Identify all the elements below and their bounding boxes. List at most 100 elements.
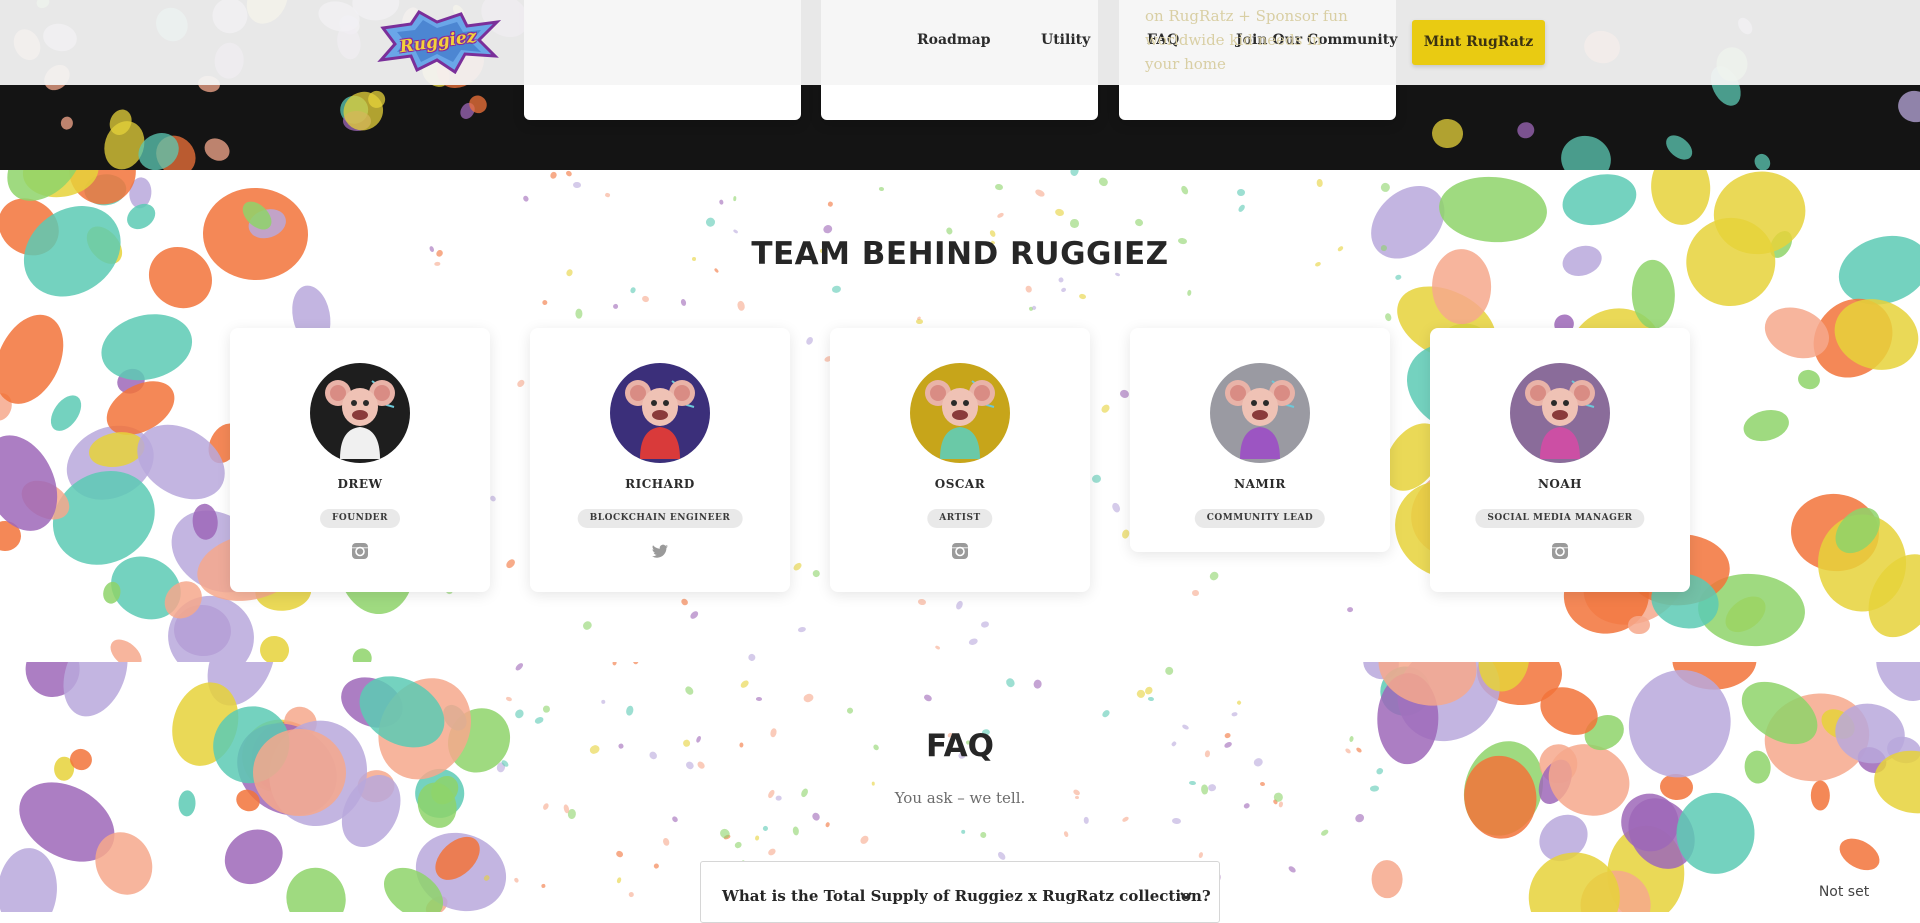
paint-splatter bbox=[1004, 677, 1017, 690]
paint-splatter bbox=[1060, 287, 1067, 294]
paint-splatter bbox=[1259, 781, 1265, 787]
paint-splatter bbox=[827, 200, 834, 208]
member-role-badge: FOUNDER bbox=[320, 509, 400, 528]
paint-splatter bbox=[105, 633, 148, 662]
paint-splatter bbox=[734, 840, 743, 850]
team-member-card: RICHARD BLOCKCHAIN ENGINEER bbox=[530, 328, 790, 592]
paint-splatter bbox=[565, 170, 573, 177]
paint-splatter bbox=[812, 568, 821, 578]
team-section-title: TEAM BEHIND RUGGIEZ bbox=[751, 236, 1169, 272]
paint-splatter bbox=[1515, 119, 1537, 140]
paint-splatter bbox=[1121, 815, 1130, 823]
member-role-badge: ARTIST bbox=[927, 509, 993, 528]
paint-splatter bbox=[1070, 170, 1080, 177]
paint-splatter bbox=[59, 116, 74, 131]
paint-splatter bbox=[629, 286, 637, 295]
mint-rugratz-button[interactable]: Mint RugRatz bbox=[1412, 20, 1545, 65]
paint-splatter bbox=[122, 198, 161, 235]
member-avatar bbox=[1210, 363, 1310, 463]
paint-splatter bbox=[214, 818, 294, 895]
paint-splatter bbox=[1557, 170, 1643, 233]
paint-splatter bbox=[1833, 832, 1885, 877]
paint-splatter bbox=[718, 199, 724, 205]
faq-accordion-item[interactable]: What is the Total Supply of Ruggiez x Ru… bbox=[700, 861, 1220, 923]
team-member-card: NAMIR COMMUNITY LEAD bbox=[1130, 328, 1390, 552]
chevron-down-icon bbox=[1180, 892, 1192, 900]
paint-splatter bbox=[996, 850, 1008, 862]
paint-splatter bbox=[614, 849, 625, 859]
paint-splatter bbox=[1024, 285, 1034, 295]
nav-roadmap[interactable]: Roadmap bbox=[917, 32, 991, 48]
paint-splatter bbox=[513, 707, 526, 720]
member-role-badge: BLOCKCHAIN ENGINEER bbox=[577, 509, 743, 528]
member-name: DREW bbox=[337, 477, 383, 491]
paint-splatter bbox=[688, 610, 700, 621]
paint-splatter bbox=[954, 600, 965, 611]
paint-splatter bbox=[810, 811, 822, 822]
paint-splatter bbox=[1133, 218, 1144, 228]
paint-splatter bbox=[51, 662, 139, 727]
paint-splatter bbox=[805, 335, 815, 346]
paint-splatter bbox=[934, 645, 941, 651]
member-name: RICHARD bbox=[625, 477, 695, 491]
paint-splatter bbox=[1648, 170, 1714, 228]
paint-splatter bbox=[732, 196, 737, 202]
team-member-card: DREW FOUNDER bbox=[230, 328, 490, 592]
paint-splatter bbox=[683, 685, 695, 697]
paint-splatter bbox=[1238, 203, 1247, 213]
paint-splatter bbox=[1316, 179, 1323, 188]
team-member-card: OSCAR ARTIST bbox=[830, 328, 1090, 592]
paint-splatter bbox=[732, 229, 740, 235]
paint-splatter bbox=[1894, 87, 1920, 126]
paint-splatter bbox=[792, 825, 800, 837]
paint-splatter bbox=[1143, 685, 1155, 696]
paint-splatter bbox=[792, 561, 803, 573]
paint-splatter bbox=[1374, 766, 1384, 776]
paint-splatter bbox=[831, 284, 842, 294]
twitter-icon[interactable] bbox=[651, 542, 669, 560]
paint-splatter bbox=[522, 194, 530, 202]
paint-splatter bbox=[1147, 697, 1154, 702]
paint-splatter bbox=[548, 170, 558, 180]
instagram-icon[interactable] bbox=[351, 542, 369, 560]
paint-splatter bbox=[44, 389, 88, 437]
paint-splatter bbox=[641, 294, 650, 304]
paint-splatter bbox=[762, 825, 770, 833]
paint-splatter bbox=[1287, 865, 1298, 875]
paint-splatter bbox=[1236, 700, 1243, 707]
paint-splatter bbox=[0, 845, 60, 912]
paint-splatter bbox=[802, 692, 815, 704]
paint-splatter bbox=[1110, 501, 1122, 514]
paint-splatter bbox=[1431, 118, 1464, 150]
member-name: NOAH bbox=[1537, 477, 1583, 491]
paint-splatter bbox=[1192, 589, 1199, 596]
instagram-icon[interactable] bbox=[1551, 542, 1569, 560]
paint-splatter bbox=[747, 653, 757, 662]
paint-splatter bbox=[661, 837, 671, 848]
member-role-badge: SOCIAL MEDIA MANAGER bbox=[1475, 509, 1645, 528]
paint-splatter bbox=[515, 378, 526, 389]
paint-splatter bbox=[1179, 184, 1190, 196]
paint-splatter bbox=[94, 304, 199, 390]
paint-splatter bbox=[754, 835, 760, 842]
paint-splatter bbox=[1383, 312, 1393, 323]
paint-splatter bbox=[632, 662, 639, 666]
instagram-icon[interactable] bbox=[951, 542, 969, 560]
faq-section-title: FAQ bbox=[926, 728, 994, 764]
paint-splatter bbox=[797, 626, 807, 634]
paint-splatter bbox=[1054, 208, 1066, 218]
paint-splatter bbox=[350, 646, 374, 662]
paint-splatter bbox=[1100, 709, 1111, 719]
paint-splatter bbox=[1078, 292, 1087, 300]
paint-splatter bbox=[1236, 188, 1246, 197]
paint-splatter bbox=[1033, 678, 1043, 690]
paint-splatter bbox=[615, 876, 622, 884]
nav-utility[interactable]: Utility bbox=[1041, 32, 1090, 48]
member-avatar bbox=[310, 363, 410, 463]
status-indicator: Not set bbox=[1794, 873, 1894, 912]
paint-splatter bbox=[736, 300, 746, 312]
paint-splatter bbox=[580, 619, 593, 632]
paint-splatter bbox=[1164, 666, 1174, 676]
ruggiez-logo[interactable]: Ruggiez bbox=[375, 10, 501, 74]
paint-splatter bbox=[756, 696, 763, 701]
